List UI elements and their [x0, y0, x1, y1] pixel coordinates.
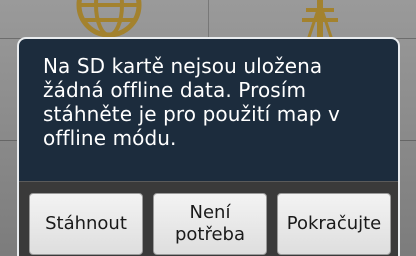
dialog-message: Na SD kartě nejsou uložena žádná offline… [43, 54, 340, 150]
dialog-button-bar: Stáhnout Není potřeba Pokračujte [19, 181, 398, 256]
continue-button[interactable]: Pokračujte [277, 193, 391, 255]
continue-button-label: Pokračujte [286, 213, 382, 234]
tower-icon [302, 0, 338, 40]
globe-icon [76, 0, 142, 38]
download-button[interactable]: Stáhnout [29, 193, 143, 255]
download-button-label: Stáhnout [45, 213, 127, 234]
not-needed-button[interactable]: Není potřeba [153, 193, 267, 255]
not-needed-button-label: Není potřeba [174, 202, 246, 245]
offline-data-dialog: Na SD kartě nejsou uložena žádná offline… [17, 37, 400, 256]
screen: Na SD kartě nejsou uložena žádná offline… [0, 0, 416, 256]
